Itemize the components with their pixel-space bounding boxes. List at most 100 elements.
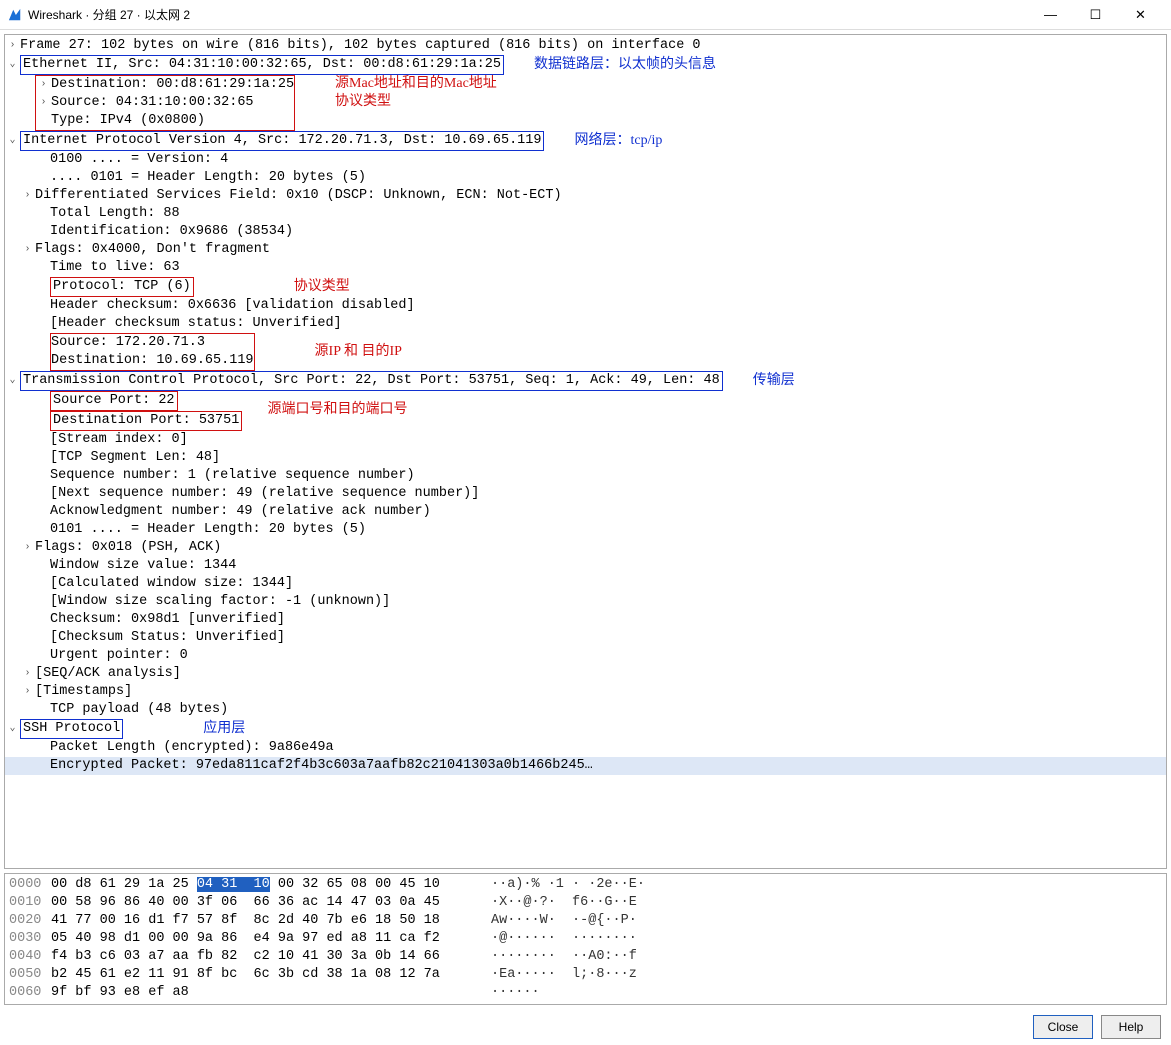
chevron-right-icon[interactable]: › bbox=[5, 37, 20, 55]
tree-row[interactable]: ›Differentiated Services Field: 0x10 (DS… bbox=[5, 187, 1166, 205]
hex-bytes: f4 b3 c6 03 a7 aa fb 82 c2 10 41 30 3a 0… bbox=[51, 948, 491, 966]
annotation: 协议类型 bbox=[335, 93, 497, 111]
tree-row[interactable]: 0100 .... = Version: 4 bbox=[5, 151, 1166, 169]
hex-row[interactable]: 00609f bf 93 e8 ef a8······ bbox=[9, 984, 1162, 1002]
chevron-right-icon[interactable]: › bbox=[36, 94, 51, 112]
tree-row[interactable]: Source Port: 22源端口号和目的端口号 bbox=[5, 391, 1166, 411]
tree-row[interactable]: [Window size scaling factor: -1 (unknown… bbox=[5, 593, 1166, 611]
hex-offset: 0030 bbox=[9, 930, 51, 948]
hex-bytes: 05 40 98 d1 00 00 9a 86 e4 9a 97 ed a8 1… bbox=[51, 930, 491, 948]
maximize-button[interactable]: ☐ bbox=[1073, 0, 1118, 30]
tree-row[interactable]: Protocol: TCP (6) 协议类型 bbox=[5, 277, 1166, 297]
ip-dst[interactable]: Destination: 10.69.65.119 bbox=[51, 352, 254, 370]
tree-row-ssh[interactable]: ⌄SSH Protocol应用层 bbox=[5, 719, 1166, 739]
tree-row[interactable]: ›[SEQ/ACK analysis] bbox=[5, 665, 1166, 683]
hex-ascii: ········ ··A0:··f bbox=[491, 948, 637, 966]
eth-type[interactable]: Type: IPv4 (0x0800) bbox=[51, 112, 205, 130]
chevron-down-icon[interactable]: ⌄ bbox=[5, 56, 20, 74]
hex-row[interactable]: 003005 40 98 d1 00 00 9a 86 e4 9a 97 ed … bbox=[9, 930, 1162, 948]
tree-row-tcp[interactable]: ⌄Transmission Control Protocol, Src Port… bbox=[5, 371, 1166, 391]
tree-row[interactable]: Total Length: 88 bbox=[5, 205, 1166, 223]
tree-row[interactable]: [Calculated window size: 1344] bbox=[5, 575, 1166, 593]
window-title: Wireshark · 分组 27 · 以太网 2 bbox=[28, 6, 1028, 23]
tree-row[interactable]: Window size value: 1344 bbox=[5, 557, 1166, 575]
tree-row[interactable]: Identification: 0x9686 (38534) bbox=[5, 223, 1166, 241]
eth-src[interactable]: Source: 04:31:10:00:32:65 bbox=[51, 94, 254, 112]
hex-bytes: 41 77 00 16 d1 f7 57 8f 8c 2d 40 7b e6 1… bbox=[51, 912, 491, 930]
chevron-right-icon[interactable]: › bbox=[20, 665, 35, 683]
tree-row[interactable]: Time to live: 63 bbox=[5, 259, 1166, 277]
tree-row[interactable]: Acknowledgment number: 49 (relative ack … bbox=[5, 503, 1166, 521]
hex-ascii: ·@······ ········ bbox=[491, 930, 637, 948]
eth-fields-group: ›Destination: 00:d8:61:29:1a:25 ›Source:… bbox=[35, 75, 295, 131]
annotation: 源Mac地址和目的Mac地址 bbox=[335, 75, 497, 93]
ethernet-summary: Ethernet II, Src: 04:31:10:00:32:65, Dst… bbox=[20, 55, 504, 75]
tree-row[interactable]: Checksum: 0x98d1 [unverified] bbox=[5, 611, 1166, 629]
tcp-dport: Destination Port: 53751 bbox=[50, 411, 242, 431]
annotation: 传输层 bbox=[753, 372, 795, 390]
tree-row[interactable]: [Next sequence number: 49 (relative sequ… bbox=[5, 485, 1166, 503]
tree-row[interactable]: [Checksum Status: Unverified] bbox=[5, 629, 1166, 647]
chevron-down-icon[interactable]: ⌄ bbox=[5, 132, 20, 150]
tcp-sport: Source Port: 22 bbox=[50, 391, 178, 411]
tree-row[interactable]: Packet Length (encrypted): 9a86e49a bbox=[5, 739, 1166, 757]
hex-row[interactable]: 0050b2 45 61 e2 11 91 8f bc 6c 3b cd 38 … bbox=[9, 966, 1162, 984]
tree-row[interactable]: TCP payload (48 bytes) bbox=[5, 701, 1166, 719]
hex-row[interactable]: 002041 77 00 16 d1 f7 57 8f 8c 2d 40 7b … bbox=[9, 912, 1162, 930]
chevron-right-icon[interactable]: › bbox=[20, 539, 35, 557]
chevron-right-icon[interactable]: › bbox=[20, 187, 35, 205]
tree-row[interactable]: ›Flags: 0x4000, Don't fragment bbox=[5, 241, 1166, 259]
tree-row[interactable]: [Header checksum status: Unverified] bbox=[5, 315, 1166, 333]
hex-row[interactable]: 000000 d8 61 29 1a 25 04 31 10 00 32 65 … bbox=[9, 876, 1162, 894]
chevron-down-icon[interactable]: ⌄ bbox=[5, 372, 20, 390]
tree-row[interactable]: ›Flags: 0x018 (PSH, ACK) bbox=[5, 539, 1166, 557]
ssh-summary: SSH Protocol bbox=[20, 719, 123, 739]
hex-ascii: ·Ea····· l;·8···z bbox=[491, 966, 637, 984]
annotation: 源IP 和 目的IP bbox=[315, 343, 402, 361]
hex-offset: 0060 bbox=[9, 984, 51, 1002]
wireshark-icon bbox=[8, 8, 22, 22]
chevron-right-icon[interactable]: › bbox=[36, 76, 51, 94]
ip-src[interactable]: Source: 172.20.71.3 bbox=[51, 334, 205, 352]
hex-offset: 0000 bbox=[9, 876, 51, 894]
help-button[interactable]: Help bbox=[1101, 1015, 1161, 1039]
minimize-button[interactable]: — bbox=[1028, 0, 1073, 30]
ip-summary: Internet Protocol Version 4, Src: 172.20… bbox=[20, 131, 544, 151]
hex-offset: 0010 bbox=[9, 894, 51, 912]
tree-row[interactable]: [Stream index: 0] bbox=[5, 431, 1166, 449]
hex-offset: 0050 bbox=[9, 966, 51, 984]
dialog-footer: Close Help bbox=[0, 1009, 1171, 1045]
hex-offset: 0040 bbox=[9, 948, 51, 966]
tree-row[interactable]: Urgent pointer: 0 bbox=[5, 647, 1166, 665]
tree-row[interactable]: ›[Timestamps] bbox=[5, 683, 1166, 701]
tree-row[interactable]: Destination Port: 53751 bbox=[5, 411, 1166, 431]
chevron-right-icon[interactable]: › bbox=[20, 683, 35, 701]
ip-proto: Protocol: TCP (6) bbox=[50, 277, 194, 297]
tree-row-ip[interactable]: ⌄Internet Protocol Version 4, Src: 172.2… bbox=[5, 131, 1166, 151]
tree-row-selected[interactable]: Encrypted Packet: 97eda811caf2f4b3c603a7… bbox=[5, 757, 1166, 775]
tree-row[interactable]: Sequence number: 1 (relative sequence nu… bbox=[5, 467, 1166, 485]
hex-row[interactable]: 0040f4 b3 c6 03 a7 aa fb 82 c2 10 41 30 … bbox=[9, 948, 1162, 966]
annotation: 协议类型 bbox=[294, 278, 350, 296]
hex-ascii: ·X··@·?· f6··G··E bbox=[491, 894, 637, 912]
hex-bytes: b2 45 61 e2 11 91 8f bc 6c 3b cd 38 1a 0… bbox=[51, 966, 491, 984]
packet-details-pane[interactable]: ›Frame 27: 102 bytes on wire (816 bits),… bbox=[4, 34, 1167, 869]
tree-row[interactable]: [TCP Segment Len: 48] bbox=[5, 449, 1166, 467]
hex-row[interactable]: 001000 58 96 86 40 00 3f 06 66 36 ac 14 … bbox=[9, 894, 1162, 912]
hex-bytes: 00 d8 61 29 1a 25 04 31 10 00 32 65 08 0… bbox=[51, 876, 491, 894]
tree-row[interactable]: .... 0101 = Header Length: 20 bytes (5) bbox=[5, 169, 1166, 187]
tree-row-frame[interactable]: ›Frame 27: 102 bytes on wire (816 bits),… bbox=[5, 37, 1166, 55]
title-bar: Wireshark · 分组 27 · 以太网 2 — ☐ ✕ bbox=[0, 0, 1171, 30]
tcp-summary: Transmission Control Protocol, Src Port:… bbox=[20, 371, 723, 391]
hex-bytes: 00 58 96 86 40 00 3f 06 66 36 ac 14 47 0… bbox=[51, 894, 491, 912]
ip-addr-group: Source: 172.20.71.3 Destination: 10.69.6… bbox=[50, 333, 255, 371]
hex-dump-pane[interactable]: 000000 d8 61 29 1a 25 04 31 10 00 32 65 … bbox=[4, 873, 1167, 1005]
tree-row[interactable]: Header checksum: 0x6636 [validation disa… bbox=[5, 297, 1166, 315]
close-window-button[interactable]: ✕ bbox=[1118, 0, 1163, 30]
tree-row[interactable]: 0101 .... = Header Length: 20 bytes (5) bbox=[5, 521, 1166, 539]
close-button[interactable]: Close bbox=[1033, 1015, 1093, 1039]
chevron-down-icon[interactable]: ⌄ bbox=[5, 720, 20, 738]
chevron-right-icon[interactable]: › bbox=[20, 241, 35, 259]
tree-row-ethernet[interactable]: ⌄Ethernet II, Src: 04:31:10:00:32:65, Ds… bbox=[5, 55, 1166, 75]
eth-dst[interactable]: Destination: 00:d8:61:29:1a:25 bbox=[51, 76, 294, 94]
